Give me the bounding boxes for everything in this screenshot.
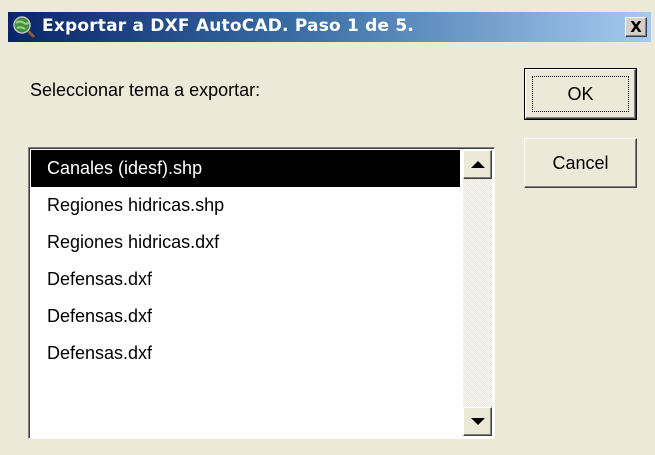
focus-rectangle — [532, 76, 629, 112]
scroll-up-button[interactable] — [463, 150, 492, 179]
list-item[interactable]: Regiones hidricas.dxf — [31, 224, 460, 261]
list-item[interactable]: Defensas.dxf — [31, 261, 460, 298]
export-dxf-dialog: Exportar a DXF AutoCAD. Paso 1 de 5. X S… — [0, 0, 655, 455]
theme-listbox[interactable]: Canales (idesf).shp Regiones hidricas.sh… — [28, 147, 495, 439]
close-icon: X — [630, 17, 642, 36]
list-item[interactable]: Regiones hidricas.shp — [31, 187, 460, 224]
list-item[interactable]: Defensas.dxf — [31, 298, 460, 335]
scroll-down-button[interactable] — [463, 407, 492, 436]
vertical-scrollbar[interactable] — [463, 150, 492, 436]
list-item[interactable]: Canales (idesf).shp — [31, 150, 460, 187]
list-items: Canales (idesf).shp Regiones hidricas.sh… — [31, 150, 460, 372]
window-title: Exportar a DXF AutoCAD. Paso 1 de 5. — [42, 16, 415, 36]
arrow-up-icon — [470, 161, 485, 168]
arrow-down-icon — [470, 418, 485, 425]
list-item[interactable]: Defensas.dxf — [31, 335, 460, 372]
ok-button[interactable]: OK — [524, 68, 637, 120]
cancel-button[interactable]: Cancel — [524, 138, 637, 188]
prompt-label: Seleccionar tema a exportar: — [30, 80, 261, 100]
close-button[interactable]: X — [625, 17, 647, 37]
cancel-button-label: Cancel — [552, 152, 609, 173]
globe-magnifier-icon — [12, 15, 36, 39]
title-bar[interactable]: Exportar a DXF AutoCAD. Paso 1 de 5. X — [8, 12, 651, 42]
